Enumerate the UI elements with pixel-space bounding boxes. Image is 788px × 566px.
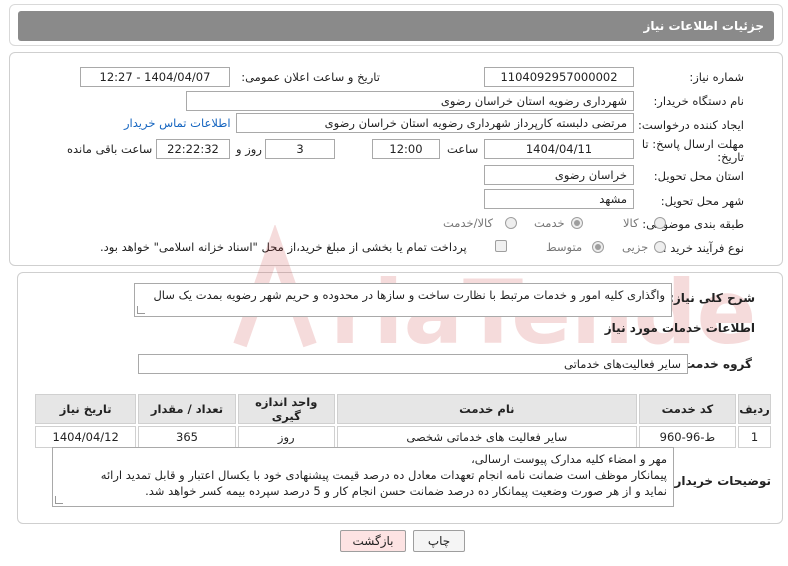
days-label: روز و xyxy=(236,142,262,156)
cell-row: 1 xyxy=(738,426,771,448)
summary-label: شرح کلی نیاز: xyxy=(669,291,755,305)
services-table-header: ردیف کد خدمت نام خدمت واحد اندازه گیری ت… xyxy=(35,394,771,424)
col-service-name: نام خدمت xyxy=(336,394,637,424)
need-number-field: 1104092957000002 xyxy=(484,67,634,87)
remaining-time-label: ساعت باقی مانده xyxy=(67,142,153,156)
service-group-field: سایر فعالیت‌های خدماتی xyxy=(138,354,688,374)
process-label: نوع فرآیند خرید : xyxy=(662,241,744,255)
deadline-time-field: 12:00 xyxy=(372,139,440,159)
resize-handle-icon[interactable] xyxy=(137,306,145,314)
back-button[interactable]: بازگشت xyxy=(340,530,406,552)
summary-textarea[interactable]: واگذاری کلیه امور و خدمات مرتبط با نظارت… xyxy=(134,283,672,317)
announce-field: 1404/04/07 - 12:27 xyxy=(80,67,230,87)
deadline-date-field: 1404/04/11 xyxy=(484,139,634,159)
buyer-notes-line: نماید و از هر صورت وضعیت پیمانکار ده درص… xyxy=(145,484,667,498)
col-unit: واحد اندازه گیری xyxy=(237,394,335,424)
creator-field: مرتضی دلبسته کارپرداز شهرداری رضویه استا… xyxy=(236,113,634,133)
resize-handle-icon[interactable] xyxy=(55,496,63,504)
province-field: خراسان رضوی xyxy=(484,165,634,185)
cell-unit: روز xyxy=(237,426,335,448)
announce-label: تاریخ و ساعت اعلان عمومی: xyxy=(241,70,380,84)
summary-text: واگذاری کلیه امور و خدمات مرتبط با نظارت… xyxy=(153,288,665,302)
category-radio-goods-service[interactable] xyxy=(505,217,517,229)
remaining-time-field: 22:22:32 xyxy=(156,139,230,159)
category-option-goods: کالا xyxy=(623,216,639,230)
process-radio-medium[interactable] xyxy=(592,241,604,253)
buyer-contact-link[interactable]: اطلاعات تماس خریدار xyxy=(124,116,231,130)
process-radio-minor[interactable] xyxy=(654,241,666,253)
city-label: شهر محل تحویل: xyxy=(660,194,744,208)
deadline-label-2: تاریخ: xyxy=(717,150,744,164)
col-quantity: تعداد / مقدار xyxy=(138,394,236,424)
deadline-label: مهلت ارسال پاسخ: تا xyxy=(641,137,744,151)
category-radio-goods[interactable] xyxy=(654,217,666,229)
creator-label: ایجاد کننده درخواست: xyxy=(638,118,744,132)
days-remaining-field: 3 xyxy=(265,139,335,159)
cell-service-name: سایر فعالیت های خدماتی شخصی xyxy=(336,426,637,448)
category-option-goods-service: کالا/خدمت xyxy=(443,216,494,230)
cell-need-date: 1404/04/12 xyxy=(35,426,137,448)
process-option-minor: جزیی xyxy=(622,240,649,254)
treasury-payment-note: پرداخت تمام یا بخشی از مبلغ خرید،از محل … xyxy=(100,240,467,254)
buyer-notes-label: توضیحات خریدار: xyxy=(669,474,771,488)
table-row: 1 ط-96-960 سایر فعالیت های خدماتی شخصی ر… xyxy=(35,426,771,448)
col-service-code: کد خدمت xyxy=(638,394,737,424)
cell-quantity: 365 xyxy=(138,426,236,448)
treasury-payment-checkbox[interactable] xyxy=(495,240,507,252)
col-row: ردیف xyxy=(738,394,771,424)
buyer-org-field: شهرداری رضویه استان خراسان رضوی xyxy=(186,91,634,111)
category-radio-service[interactable] xyxy=(571,217,583,229)
services-table: ردیف کد خدمت نام خدمت واحد اندازه گیری ت… xyxy=(33,392,773,450)
need-number-label: شماره نیاز: xyxy=(689,70,744,84)
category-option-service: خدمت xyxy=(534,216,565,230)
print-button[interactable]: چاپ xyxy=(413,530,465,552)
buyer-notes-line: مهر و امضاء کلیه مدارک پیوست ارسالی، xyxy=(471,452,667,466)
buyer-notes-textarea[interactable]: مهر و امضاء کلیه مدارک پیوست ارسالی، پیم… xyxy=(52,447,674,507)
services-section-title: اطلاعات خدمات مورد نیاز xyxy=(604,321,755,335)
col-need-date: تاریخ نیاز xyxy=(35,394,137,424)
province-label: استان محل تحویل: xyxy=(653,169,744,183)
city-field: مشهد xyxy=(484,189,634,209)
buyer-org-label: نام دستگاه خریدار: xyxy=(653,94,744,108)
page-title: جزئیات اطلاعات نیاز xyxy=(643,19,764,33)
deadline-time-label: ساعت xyxy=(447,142,479,156)
buyer-notes-line: پیمانکار موظف است ضمانت نامه انجام تعهدا… xyxy=(100,468,667,482)
service-group-label: گروه خدمت: xyxy=(678,357,752,371)
page-header: جزئیات اطلاعات نیاز xyxy=(9,4,783,46)
process-option-medium: متوسط xyxy=(546,240,583,254)
cell-service-code: ط-96-960 xyxy=(638,426,737,448)
